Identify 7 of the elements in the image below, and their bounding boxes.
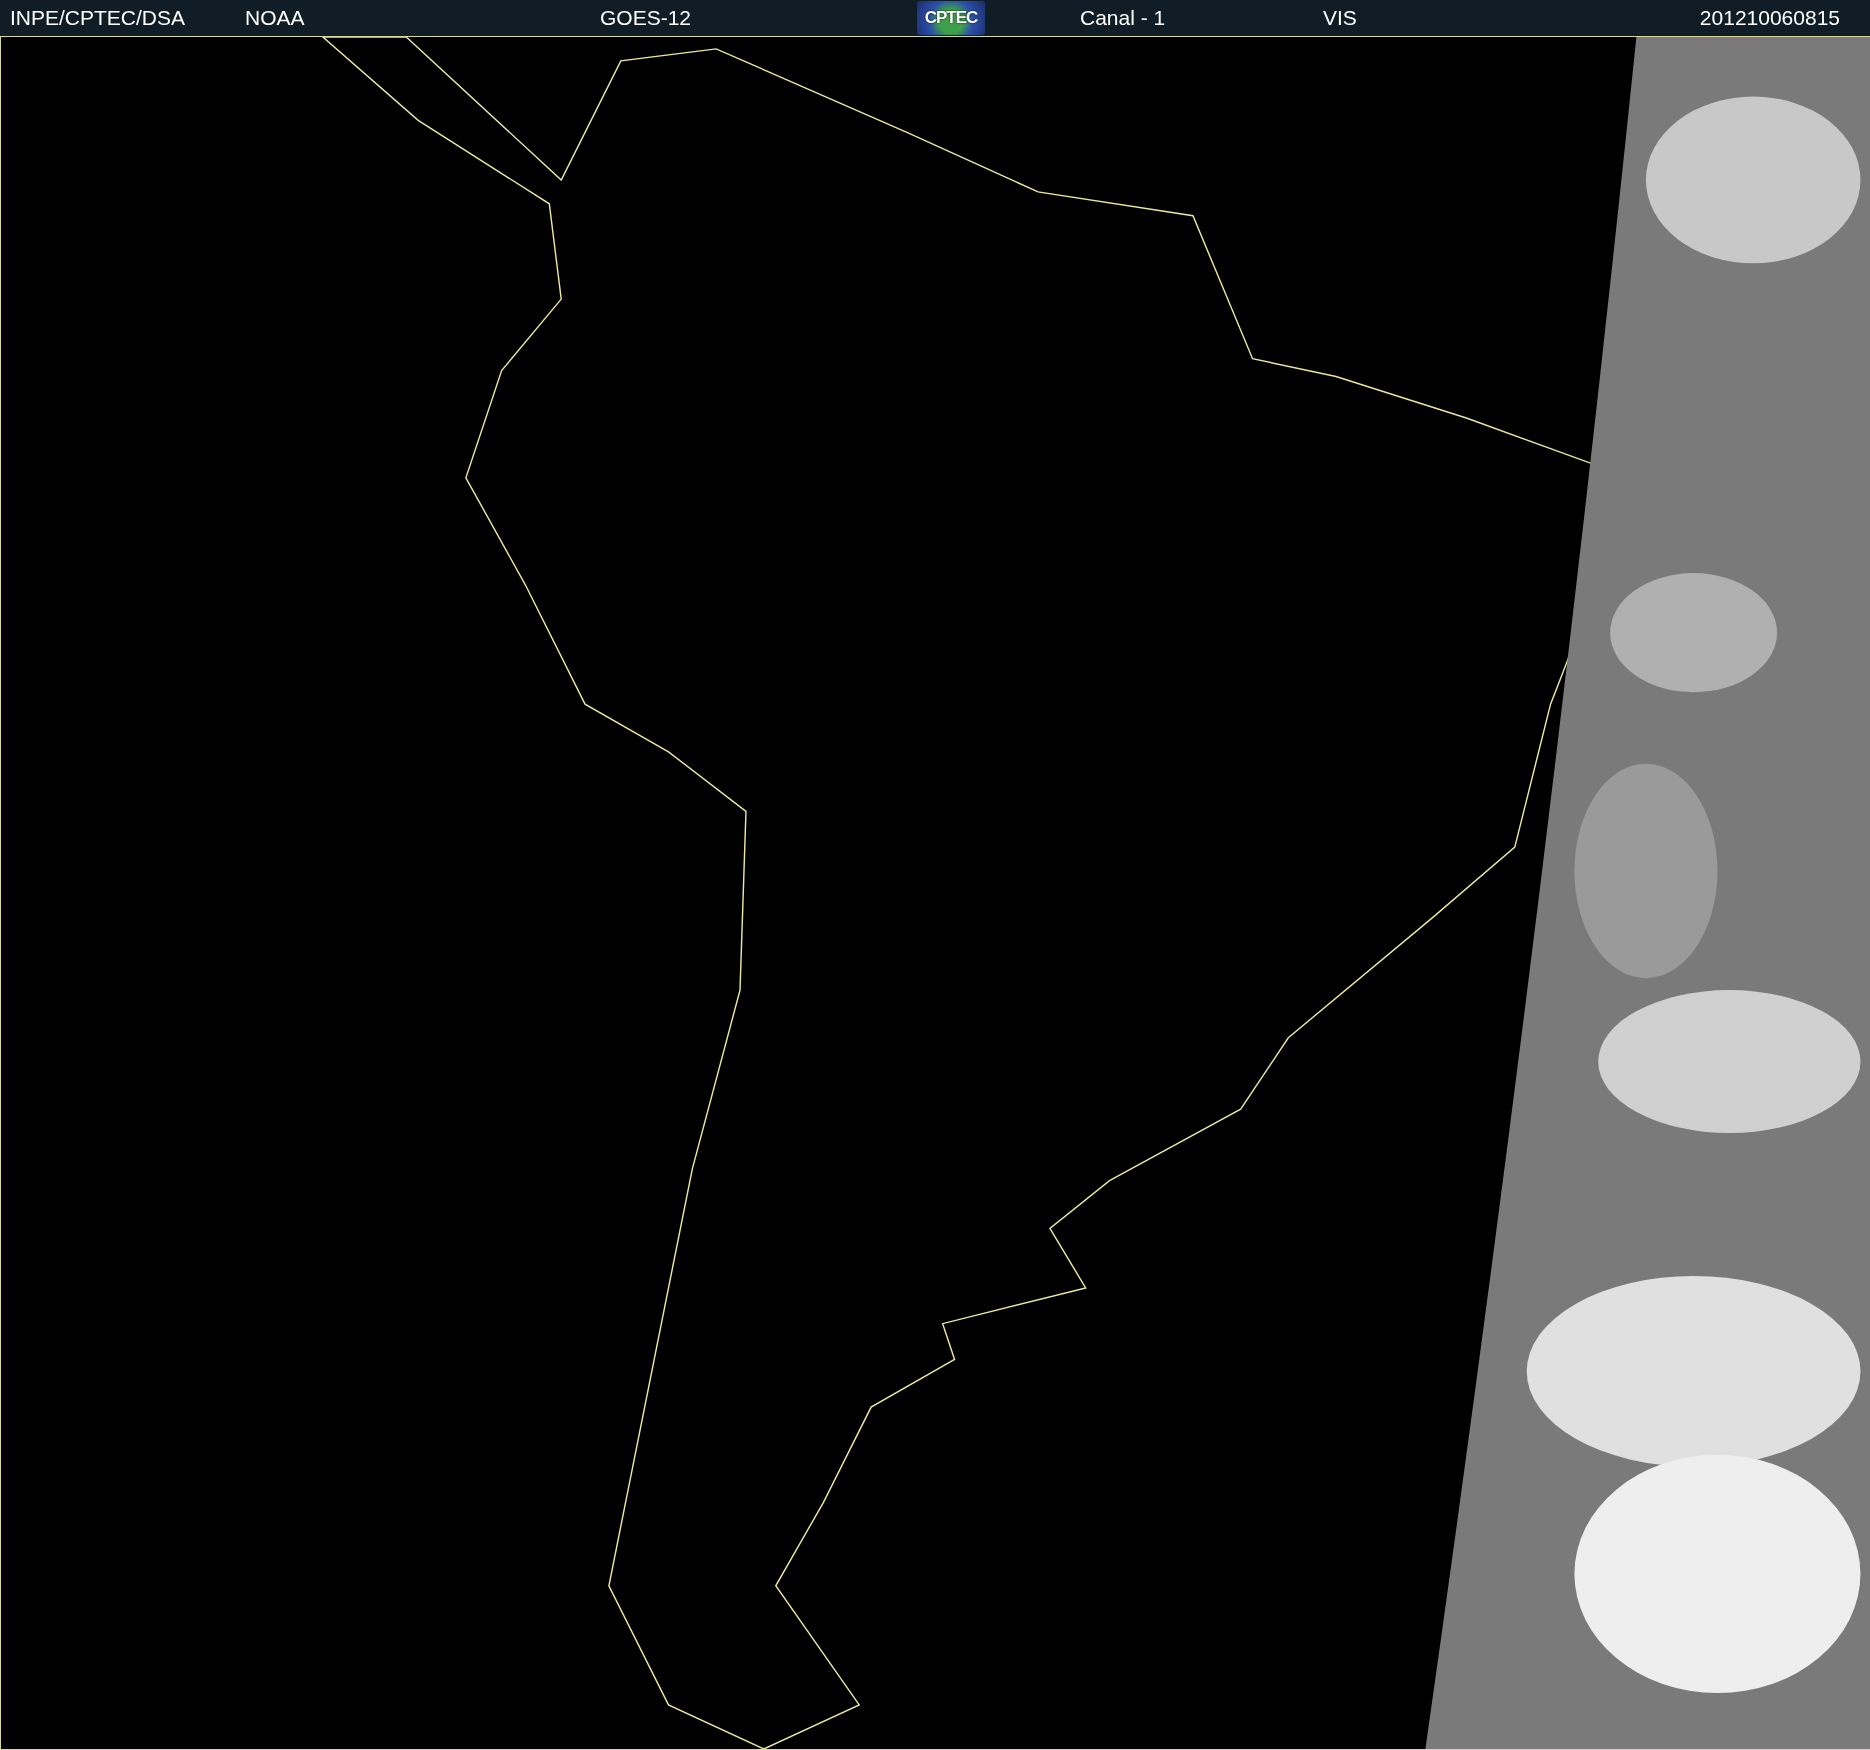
header-label: NOAA	[245, 6, 305, 30]
header-label: INPE/CPTEC/DSA	[10, 6, 186, 30]
header-label: GOES-12	[600, 6, 692, 30]
logo: CPTEC	[917, 1, 985, 35]
header-label: Canal - 1	[1080, 6, 1166, 30]
header-label: VIS	[1323, 6, 1357, 30]
header-label: 201210060815	[1699, 6, 1840, 30]
